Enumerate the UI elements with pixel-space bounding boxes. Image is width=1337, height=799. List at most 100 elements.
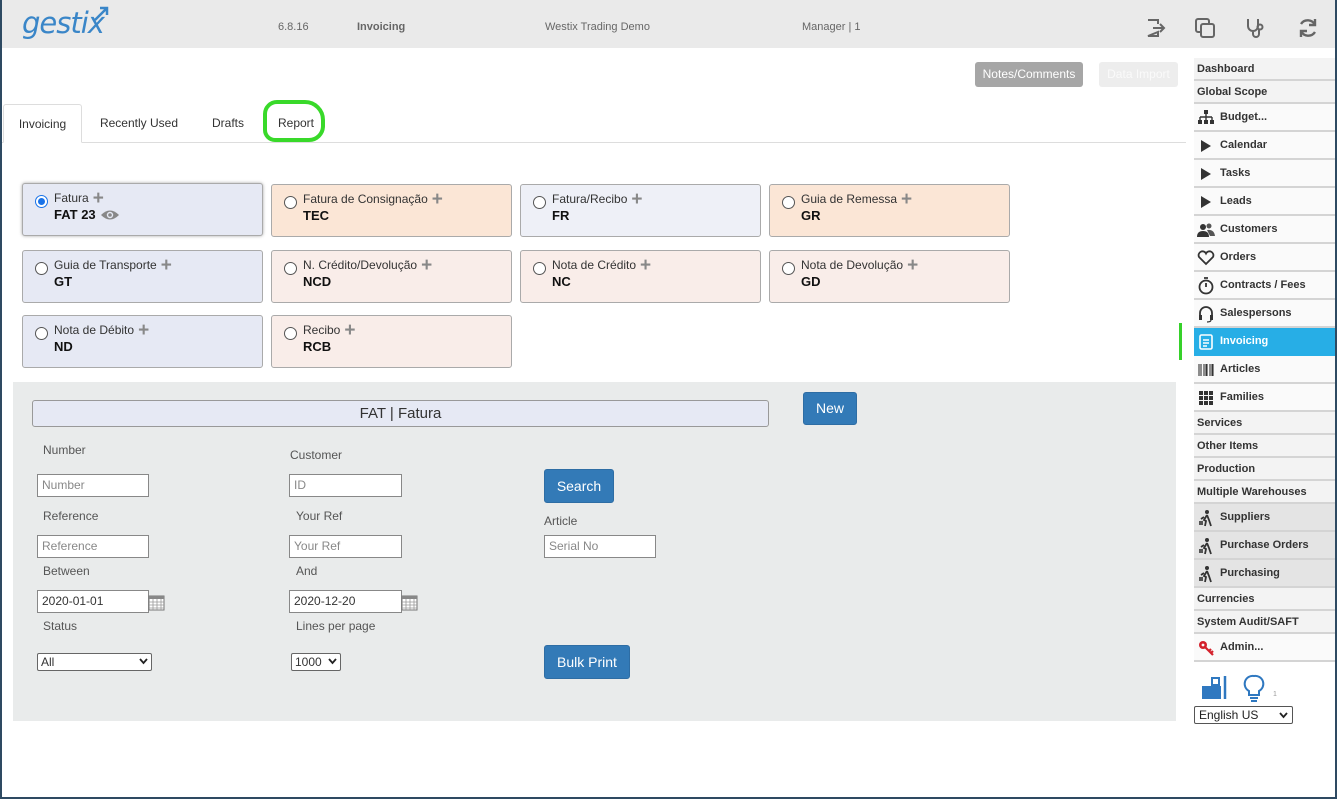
doctype-card-guia-remessa[interactable]: Guia de Remessa + GR bbox=[769, 184, 1010, 237]
status-select[interactable]: All bbox=[37, 653, 152, 671]
doctype-card-guia-transporte[interactable]: Guia de Transporte + GT bbox=[22, 250, 263, 303]
plus-icon[interactable]: + bbox=[432, 190, 443, 209]
data-import-button[interactable]: Data Import bbox=[1099, 62, 1178, 87]
doctype-radio[interactable] bbox=[35, 195, 48, 208]
lines-per-page-value: 1000 bbox=[295, 655, 322, 669]
stethoscope-icon[interactable] bbox=[1243, 16, 1267, 40]
sidebar-item-label: Articles bbox=[1220, 363, 1261, 375]
calendar-icon[interactable] bbox=[401, 594, 418, 611]
sidebar-item-suppliers[interactable]: Suppliers bbox=[1194, 504, 1335, 532]
sidebar-item-admin[interactable]: Admin... bbox=[1194, 634, 1335, 662]
language-value: English US bbox=[1199, 708, 1259, 722]
doctype-card-nota-credito[interactable]: Nota de Crédito + NC bbox=[520, 250, 761, 303]
plus-icon[interactable]: + bbox=[631, 190, 642, 209]
doctype-radio[interactable] bbox=[782, 196, 795, 209]
tab-recently-used[interactable]: Recently Used bbox=[90, 104, 188, 143]
doctype-label: N. Crédito/Devolução bbox=[303, 258, 418, 272]
sidebar-item-customers[interactable]: Customers bbox=[1194, 216, 1335, 244]
doctype-card-credito-devolucao[interactable]: N. Crédito/Devolução + NCD bbox=[271, 250, 512, 303]
calendar-icon[interactable] bbox=[148, 594, 165, 611]
doctype-card-consignacao[interactable]: Fatura de Consignação + TEC bbox=[271, 184, 512, 237]
sidebar-item-production[interactable]: Production bbox=[1194, 458, 1335, 481]
sidebar-item-system-audit-saft[interactable]: System Audit/SAFT bbox=[1194, 611, 1335, 634]
sidebar-item-articles[interactable]: Articles bbox=[1194, 356, 1335, 384]
headset-icon bbox=[1199, 306, 1213, 323]
language-select[interactable]: English US bbox=[1194, 706, 1293, 724]
sidebar-item-label: Admin... bbox=[1220, 641, 1264, 653]
sidebar-item-families[interactable]: Families bbox=[1194, 384, 1335, 412]
module-name: Invoicing bbox=[357, 21, 406, 33]
sidebar-item-purchasing[interactable]: Purchasing bbox=[1194, 560, 1335, 588]
doctype-label: Nota de Devolução bbox=[801, 258, 904, 272]
serial-no-input[interactable]: Serial No bbox=[544, 535, 656, 558]
tab-invoicing[interactable]: Invoicing bbox=[3, 104, 82, 143]
plus-icon[interactable]: + bbox=[421, 256, 432, 275]
sidebar-item-tasks[interactable]: Tasks bbox=[1194, 160, 1335, 188]
sidebar-item-multiple-warehouses[interactable]: Multiple Warehouses bbox=[1194, 481, 1335, 504]
sidebar-item-label: Purchase Orders bbox=[1220, 539, 1309, 551]
doctype-radio[interactable] bbox=[35, 327, 48, 340]
new-button[interactable]: New bbox=[803, 392, 857, 425]
sidebar-item-invoicing[interactable]: Invoicing bbox=[1194, 328, 1335, 356]
bulk-print-button[interactable]: Bulk Print bbox=[544, 645, 630, 679]
sidebar-item-global-scope[interactable]: Global Scope bbox=[1194, 81, 1335, 104]
doctype-radio[interactable] bbox=[533, 262, 546, 275]
window-icon[interactable] bbox=[1193, 16, 1217, 40]
tab-drafts[interactable]: Drafts bbox=[200, 104, 256, 143]
doctype-card-nota-devolucao[interactable]: Nota de Devolução + GD bbox=[769, 250, 1010, 303]
date-to-input[interactable]: 2020-12-20 bbox=[289, 590, 402, 613]
doctype-card-recibo[interactable]: Recibo + RCB bbox=[271, 315, 512, 368]
worker-icon bbox=[1199, 538, 1212, 555]
lines-per-page-select[interactable]: 1000 bbox=[291, 653, 341, 671]
doctype-radio[interactable] bbox=[284, 327, 297, 340]
doctype-radio[interactable] bbox=[782, 262, 795, 275]
sidebar-item-contracts-fees[interactable]: Contracts / Fees bbox=[1194, 272, 1335, 300]
sidebar-item-other-items[interactable]: Other Items bbox=[1194, 435, 1335, 458]
sidebar-item-budget[interactable]: Budget... bbox=[1194, 104, 1335, 132]
plus-icon[interactable]: + bbox=[901, 190, 912, 209]
notes-comments-button[interactable]: Notes/Comments bbox=[975, 62, 1083, 87]
plus-icon[interactable]: + bbox=[138, 321, 149, 340]
lightbulb-icon[interactable] bbox=[1241, 674, 1267, 702]
sidebar-item-orders[interactable]: Orders bbox=[1194, 244, 1335, 272]
doctype-code: NC bbox=[552, 274, 571, 289]
sidebar-item-leads[interactable]: Leads bbox=[1194, 188, 1335, 216]
lines-per-page-label: Lines per page bbox=[296, 619, 376, 633]
number-input[interactable]: Number bbox=[37, 474, 149, 497]
sidebar-item-purchase-orders[interactable]: Purchase Orders bbox=[1194, 532, 1335, 560]
doctype-radio[interactable] bbox=[284, 262, 297, 275]
plus-icon[interactable]: + bbox=[344, 321, 355, 340]
notification-count: 1 bbox=[1273, 691, 1277, 698]
doctype-radio[interactable] bbox=[284, 196, 297, 209]
plus-icon[interactable]: + bbox=[907, 256, 918, 275]
doctype-radio[interactable] bbox=[35, 262, 48, 275]
doctype-radio[interactable] bbox=[533, 196, 546, 209]
plus-icon[interactable]: + bbox=[640, 256, 651, 275]
sidebar-item-label: Customers bbox=[1220, 223, 1278, 235]
plus-icon[interactable]: + bbox=[161, 256, 172, 275]
eye-icon[interactable] bbox=[100, 208, 120, 222]
search-button[interactable]: Search bbox=[544, 469, 614, 503]
refresh-icon[interactable] bbox=[1296, 16, 1320, 40]
doctype-label: Guia de Transporte bbox=[54, 258, 157, 272]
sidebar-item-dashboard[interactable]: Dashboard bbox=[1194, 58, 1335, 81]
doctype-card-nota-debito[interactable]: Nota de Débito + ND bbox=[22, 315, 263, 368]
chevron-down-icon bbox=[1279, 712, 1288, 719]
customer-id-input[interactable]: ID bbox=[289, 474, 402, 497]
logout-icon[interactable] bbox=[1143, 16, 1167, 40]
plus-icon[interactable]: + bbox=[93, 189, 104, 208]
date-from-input[interactable]: 2020-01-01 bbox=[37, 590, 149, 613]
doctype-card-fatura-recibo[interactable]: Fatura/Recibo + FR bbox=[520, 184, 761, 237]
reference-input[interactable]: Reference bbox=[37, 535, 149, 558]
sidebar-item-label: Leads bbox=[1220, 195, 1252, 207]
your-ref-input[interactable]: Your Ref bbox=[289, 535, 402, 558]
doctype-card-fatura[interactable]: Fatura + FAT 23 bbox=[22, 183, 263, 236]
screen-icon[interactable] bbox=[1201, 675, 1227, 701]
sidebar-item-salespersons[interactable]: Salespersons bbox=[1194, 300, 1335, 328]
play-icon bbox=[1201, 140, 1211, 152]
sidebar-item-calendar[interactable]: Calendar bbox=[1194, 132, 1335, 160]
status-select-value: All bbox=[41, 655, 55, 669]
play-icon bbox=[1201, 196, 1211, 208]
sidebar-item-currencies[interactable]: Currencies bbox=[1194, 588, 1335, 611]
sidebar-item-services[interactable]: Services bbox=[1194, 412, 1335, 435]
